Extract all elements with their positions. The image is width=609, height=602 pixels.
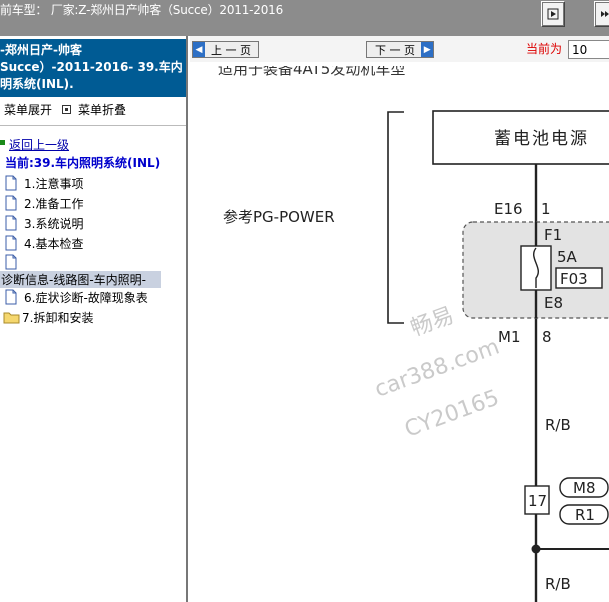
back-link-label: 返回上一级 (9, 138, 70, 152)
fuse-rating: 5A (557, 248, 578, 266)
pin-1: 1 (541, 200, 551, 218)
tree-item-label: 7.拆卸和安装 (22, 311, 94, 325)
junction-dot (531, 544, 541, 554)
wire-color-1: R/B (545, 416, 571, 434)
tree-item-5[interactable] (0, 254, 24, 270)
connector-m1: M1 (498, 328, 521, 346)
menu-collapse-button[interactable]: 菜单折叠 (78, 101, 126, 118)
connector-m8: M8 (573, 479, 596, 497)
page-nav-bar: ◀ 上 一 页 下 一 页 ▶ 当前为 (190, 36, 609, 62)
text-clip (190, 62, 609, 66)
menu-heading-line: Succe）-2011-2016- 39.车内 (0, 60, 183, 74)
tree-item-label: 2.准备工作 (24, 197, 84, 211)
arrow-right-icon: ▶ (421, 42, 433, 57)
menu-pane: -郑州日产-帅客 Succe）-2011-2016- 39.车内 明系统(INL… (0, 36, 188, 602)
fuse-f1: F1 (544, 226, 562, 244)
reference-label: 参考PG-POWER (223, 208, 335, 226)
connector-17: 17 (528, 492, 547, 510)
collapse-square-icon (62, 105, 71, 114)
page-icon (5, 235, 17, 251)
play-button[interactable] (541, 1, 565, 27)
back-link[interactable]: 返回上一级 (0, 136, 69, 153)
divider (0, 125, 186, 126)
fuse-f03: F03 (560, 270, 588, 288)
tree-item-2[interactable]: 2.准备工作 (0, 195, 83, 212)
document-pane: ◀ 上 一 页 下 一 页 ▶ 当前为 适用于装备4AT5发动机车型 参考PG-… (190, 36, 609, 602)
tree-item-label: 3.系统说明 (24, 217, 84, 231)
play-right-icon (547, 8, 559, 20)
page-icon (5, 195, 17, 211)
battery-label: 蓄电池电源 (494, 129, 589, 149)
page-icon (5, 254, 17, 270)
arrow-left-icon: ◀ (193, 42, 205, 57)
skip-end-icon (601, 11, 609, 17)
connector-r1: R1 (575, 506, 595, 524)
page-icon (5, 175, 17, 191)
watermark-text: 畅易 (408, 303, 458, 342)
vehicle-title: 前车型： 厂家:Z-郑州日产帅客（Succe）2011-2016 (0, 3, 284, 17)
skip-end-button[interactable] (594, 1, 609, 27)
next-page-button[interactable]: 下 一 页 ▶ (366, 41, 434, 58)
tree-item-label: 6.症状诊断-故障现象表 (24, 291, 148, 305)
tree-item-4[interactable]: 4.基本检查 (0, 235, 83, 252)
wire-color-2: R/B (545, 575, 571, 593)
folder-icon (3, 312, 20, 324)
back-arrow-icon (0, 140, 5, 145)
menu-heading-line: 明系统(INL). (0, 77, 74, 91)
menu-tools: 菜单展开 菜单折叠 (0, 98, 186, 122)
page-icon (5, 215, 17, 231)
reference-bracket (387, 111, 404, 324)
tree-item-label: 诊断信息-线路图-车内照明- (1, 273, 146, 287)
page-icon (5, 289, 17, 305)
tree-item-label: 1.注意事项 (24, 177, 84, 191)
watermark-text: CY20165 (402, 385, 503, 442)
page-number-input[interactable] (568, 40, 609, 59)
connector-e16: E16 (494, 200, 523, 218)
next-page-label: 下 一 页 (375, 43, 415, 57)
tree-item-1[interactable]: 1.注意事项 (0, 175, 83, 192)
current-section-label: 当前:39.车内照明系统(INL) (5, 156, 161, 170)
tree-item-5-selected[interactable]: 诊断信息-线路图-车内照明- (0, 271, 161, 288)
top-bar: 前车型： 厂家:Z-郑州日产帅客（Succe）2011-2016 (0, 0, 609, 36)
current-page-label: 当前为 (526, 42, 563, 56)
tree-item-label: 4.基本检查 (24, 237, 84, 251)
tree-item-7[interactable]: 7.拆卸和安装 (0, 309, 93, 326)
prev-page-button[interactable]: ◀ 上 一 页 (192, 41, 259, 58)
wiring-diagram: 适用于装备4AT5发动机车型 参考PG-POWER 蓄电池电源 E16 1 F1… (190, 62, 609, 602)
menu-heading-line: -郑州日产-帅客 (0, 43, 82, 57)
tree-item-3[interactable]: 3.系统说明 (0, 215, 83, 232)
prev-page-label: 上 一 页 (211, 43, 251, 57)
pin-8: 8 (542, 328, 552, 346)
menu-expand-button[interactable]: 菜单展开 (4, 101, 52, 118)
connector-e8: E8 (544, 294, 563, 312)
tree-item-6[interactable]: 6.症状诊断-故障现象表 (0, 289, 148, 306)
menu-heading: -郑州日产-帅客 Succe）-2011-2016- 39.车内 明系统(INL… (0, 39, 186, 97)
